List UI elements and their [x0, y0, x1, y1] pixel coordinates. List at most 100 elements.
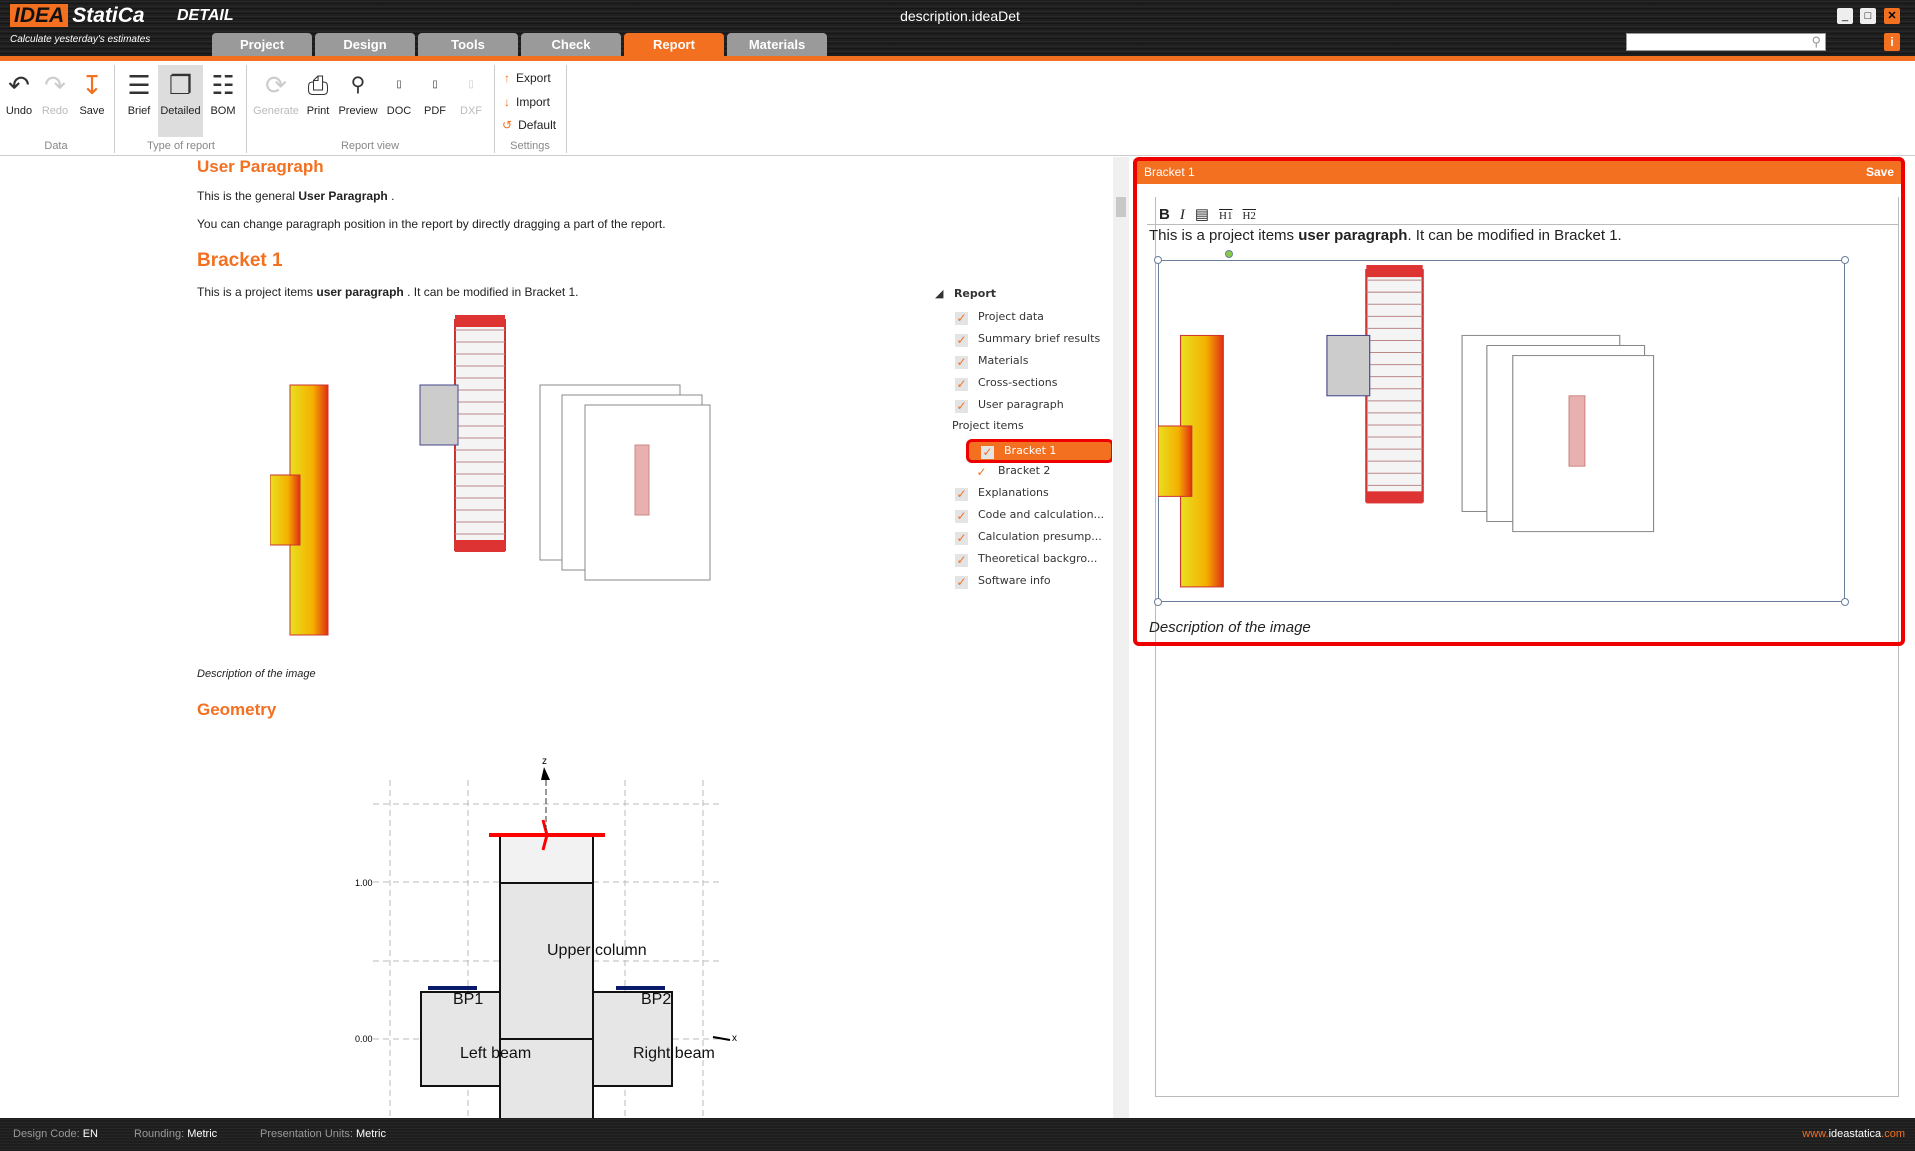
- units-status: Presentation Units: Metric: [260, 1118, 386, 1151]
- tree-item-project-data[interactable]: ✓ Project data: [955, 310, 1044, 325]
- tick-label: 1.00: [355, 878, 373, 888]
- tree-item-label: Cross-sections: [978, 376, 1058, 389]
- tree-item-bracket-2[interactable]: ✓ Bracket 2: [975, 464, 1050, 479]
- checkbox-checked-icon[interactable]: ✓: [955, 334, 968, 347]
- brief-label: Brief: [127, 105, 151, 117]
- redo-icon: ↷: [44, 70, 66, 100]
- tab-report[interactable]: Report: [624, 33, 724, 56]
- checkbox-checked-icon[interactable]: ✓: [955, 532, 968, 545]
- tree-item-bracket-1[interactable]: ✓ Bracket 1: [966, 439, 1112, 463]
- report-image: [270, 315, 711, 636]
- group-label-settings: Settings: [510, 140, 550, 152]
- generate-button[interactable]: ⟳ Generate: [250, 65, 302, 137]
- checkbox-checked-icon[interactable]: ✓: [955, 576, 968, 589]
- frame-bracket: [419, 384, 459, 446]
- import-label: Import: [516, 95, 551, 109]
- tab-materials[interactable]: Materials: [727, 33, 827, 56]
- tree-item-cross-sections[interactable]: ✓ Cross-sections: [955, 376, 1057, 391]
- dxf-button[interactable]: ▯ DXF: [454, 65, 488, 137]
- pdf-label: PDF: [424, 105, 446, 117]
- tree-item-explanations[interactable]: ✓ Explanations: [955, 486, 1049, 501]
- checkbox-checked-icon[interactable]: ✓: [955, 488, 968, 501]
- tree-item-theory[interactable]: ✓ Theoretical backgro...: [955, 552, 1097, 567]
- tab-design[interactable]: Design: [315, 33, 415, 56]
- undo-icon: ↶: [8, 70, 30, 100]
- divider: [114, 65, 115, 153]
- search-input[interactable]: [1627, 34, 1802, 50]
- close-button[interactable]: ✕: [1884, 8, 1900, 24]
- doc-file-icon: ▯: [396, 79, 402, 90]
- tree-item-label: Code and calculation...: [978, 508, 1105, 521]
- save-button[interactable]: ↧ Save: [74, 65, 110, 137]
- status-label: Rounding:: [134, 1128, 185, 1140]
- divider: [246, 65, 247, 153]
- scrollbar-thumb[interactable]: [1116, 197, 1126, 217]
- tree-item-presumptions[interactable]: ✓ Calculation presump...: [955, 530, 1102, 545]
- tree-root[interactable]: ◢ Report: [935, 287, 996, 300]
- tab-tools[interactable]: Tools: [418, 33, 518, 56]
- undo-button[interactable]: ↶ Undo: [2, 65, 36, 137]
- bold-text: User Paragraph: [298, 189, 388, 203]
- report-scrollbar[interactable]: [1113, 157, 1129, 1118]
- export-button[interactable]: ↑ Export: [504, 71, 551, 85]
- generate-label: Generate: [253, 105, 299, 117]
- tree-item-label: Summary brief results: [978, 332, 1101, 345]
- tree-item-user-paragraph[interactable]: ✓ User paragraph: [955, 398, 1064, 413]
- reset-icon: ↺: [502, 118, 513, 132]
- doc-label: DOC: [386, 105, 412, 117]
- doc-button[interactable]: ▯ DOC: [382, 65, 416, 137]
- bom-button[interactable]: ☷ BOM: [205, 65, 241, 137]
- tree-item-software-info[interactable]: ✓ Software info: [955, 574, 1051, 589]
- status-value: Metric: [356, 1128, 386, 1140]
- frame-top-cap: [455, 315, 505, 327]
- info-button[interactable]: i: [1884, 33, 1900, 51]
- tab-project[interactable]: Project: [212, 33, 312, 56]
- rounding-status: Rounding: Metric: [134, 1118, 217, 1151]
- checkbox-checked-icon[interactable]: ✓: [981, 446, 994, 459]
- minimize-button[interactable]: _: [1837, 8, 1853, 24]
- checkbox-checked-icon[interactable]: ✓: [955, 378, 968, 391]
- tree-group-project-items[interactable]: Project items: [952, 419, 1024, 432]
- heading-bracket-1: Bracket 1: [197, 250, 283, 271]
- print-button[interactable]: ⎙ Print: [302, 65, 334, 137]
- checkbox-checked-icon[interactable]: ✓: [955, 510, 968, 523]
- tree-root-label: Report: [953, 287, 996, 300]
- brief-button[interactable]: ☰ Brief: [120, 65, 158, 137]
- bom-icon: ☷: [211, 70, 235, 100]
- checkbox-checked-icon[interactable]: ✓: [955, 554, 968, 567]
- bp1-label: BP1: [453, 991, 483, 1008]
- import-button[interactable]: ↓ Import: [504, 95, 550, 109]
- import-arrow-icon: ↓: [504, 95, 510, 109]
- tree-item-code[interactable]: ✓ Code and calculation...: [955, 508, 1104, 523]
- tree-item-label: Bracket 2: [998, 464, 1051, 477]
- status-bar: Design Code: EN Rounding: Metric Present…: [0, 1118, 1915, 1151]
- tree-item-label: User paragraph: [978, 398, 1064, 411]
- tree-item-materials[interactable]: ✓ Materials: [955, 354, 1028, 369]
- text: . It can be modified in Bracket 1.: [403, 285, 579, 299]
- paragraph-bracket: This is a project items user paragraph .…: [197, 285, 579, 299]
- website-link[interactable]: www.ideastatica.com: [1802, 1118, 1905, 1151]
- maximize-button[interactable]: □: [1860, 8, 1876, 24]
- print-label: Print: [306, 105, 330, 117]
- checkbox-checked-icon[interactable]: ✓: [955, 312, 968, 325]
- detailed-button[interactable]: ❐ Detailed: [158, 65, 203, 137]
- status-value: Metric: [187, 1128, 218, 1140]
- tree-item-summary[interactable]: ✓ Summary brief results: [955, 332, 1100, 347]
- save-label: Save: [79, 105, 105, 117]
- preview-button[interactable]: ⚲ Preview: [336, 65, 380, 137]
- checkbox-checked-icon[interactable]: ✓: [955, 400, 968, 413]
- tab-check[interactable]: Check: [521, 33, 621, 56]
- text: This is a project items: [197, 285, 317, 299]
- stress-bracket-shape: [270, 474, 301, 546]
- status-value: EN: [82, 1128, 98, 1140]
- detailed-icon: ❐: [168, 70, 193, 100]
- status-label: Presentation Units:: [260, 1128, 353, 1140]
- checkbox-checked-icon[interactable]: ✓: [955, 356, 968, 369]
- export-arrow-icon: ↑: [504, 71, 510, 85]
- pdf-button[interactable]: ▯ PDF: [418, 65, 452, 137]
- geometry-drawing: z x 1.00 0.00 Upper column BP1 BP2 Left …: [355, 756, 737, 1118]
- default-button[interactable]: ↺ Default: [502, 118, 556, 132]
- frame-bottom-cap: [455, 540, 505, 552]
- redo-button[interactable]: ↷ Redo: [38, 65, 72, 137]
- checkbox-checked-icon[interactable]: ✓: [975, 466, 988, 479]
